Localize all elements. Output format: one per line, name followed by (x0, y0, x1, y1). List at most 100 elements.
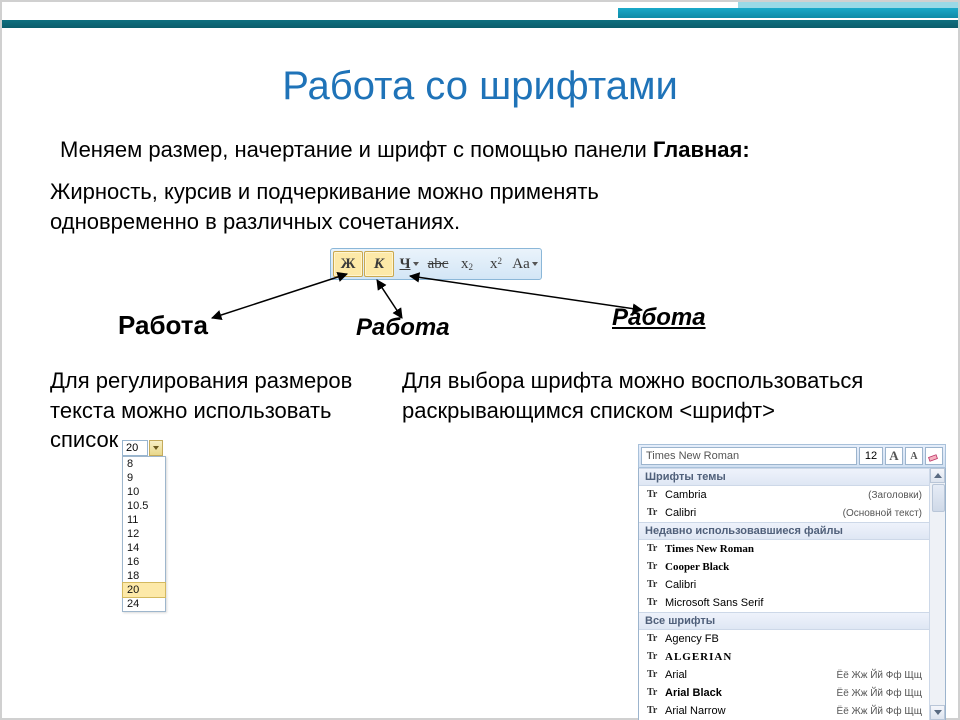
font-family-option[interactable]: Tr Agency FB (639, 630, 930, 648)
font-family-option[interactable]: Tr Calibri (Основной текст) (639, 504, 930, 522)
font-toolbar-row: Times New Roman 12 A A (638, 444, 946, 468)
truetype-icon: Tr (647, 687, 659, 699)
font-family-option[interactable]: TrArialЁё Жж Йй Фф Щщ (639, 666, 930, 684)
underline-button[interactable]: Ч (395, 252, 423, 276)
chevron-down-icon (153, 446, 159, 450)
example-bold: Работа (118, 310, 208, 341)
font-family-option[interactable]: Tr Cambria (Заголовки) (639, 486, 930, 504)
font-size-option[interactable]: 16 (123, 555, 165, 569)
bold-button[interactable]: Ж (333, 251, 363, 277)
font-family-option[interactable]: Tr Cooper Black (639, 558, 930, 576)
chevron-up-icon (934, 473, 942, 478)
font-name: Arial (665, 669, 687, 681)
font-size-option[interactable]: 9 (123, 471, 165, 485)
scrollbar[interactable] (929, 468, 945, 720)
font-name: Microsoft Sans Serif (665, 597, 763, 609)
truetype-icon: Tr (647, 507, 659, 519)
font-size-option[interactable]: 10.5 (123, 499, 165, 513)
truetype-icon: Tr (647, 597, 659, 609)
font-sample: Ёё Жж Йй Фф Щщ (837, 706, 922, 717)
change-case-button[interactable]: Aa (511, 252, 539, 276)
font-size-input[interactable]: 20 (122, 440, 148, 456)
truetype-icon: Tr (647, 651, 659, 663)
font-family-option[interactable]: Tr Arial Narrow Ёё Жж Йй Фф Щщ (639, 702, 930, 720)
font-section-header: Шрифты темы (639, 468, 930, 486)
font-size-option[interactable]: 24 (123, 597, 165, 611)
eraser-icon (928, 450, 940, 462)
font-family-option[interactable]: Tr Arial Black Ёё Жж Йй Фф Щщ (639, 684, 930, 702)
font-name: Arial Black (665, 687, 722, 699)
scroll-down-button[interactable] (930, 705, 945, 720)
font-name: Arial Narrow (665, 705, 726, 717)
scroll-thumb[interactable] (932, 484, 945, 512)
font-size-option[interactable]: 12 (123, 527, 165, 541)
clear-formatting-button[interactable] (925, 447, 943, 465)
italic-glyph: К (374, 256, 384, 273)
truetype-icon: Tr (647, 633, 659, 645)
superscript-sup: 2 (498, 256, 503, 266)
font-size-option[interactable]: 14 (123, 541, 165, 555)
subscript-button[interactable]: x2 (453, 252, 481, 276)
subscript-sub: 2 (469, 262, 474, 272)
scroll-up-button[interactable] (930, 468, 945, 483)
font-size-option[interactable]: 18 (123, 569, 165, 583)
column-right-text: Для выбора шрифта можно воспользоваться … (402, 366, 942, 425)
font-name: Times New Roman (665, 543, 754, 555)
font-family-option[interactable]: Tr Microsoft Sans Serif (639, 594, 930, 612)
slide-title: Работа со шрифтами (2, 64, 958, 109)
decorative-banner (2, 2, 958, 32)
font-size-option[interactable]: 8 (123, 457, 165, 471)
strikethrough-button[interactable]: abc (424, 252, 452, 276)
font-name: Agency FB (665, 633, 719, 645)
font-name: Calibri (665, 507, 696, 519)
italic-button[interactable]: К (364, 251, 394, 277)
font-family-input[interactable]: Times New Roman (641, 447, 857, 465)
column-left-text: Для регулирования размеров текста можно … (50, 366, 380, 455)
chevron-down-icon (413, 262, 419, 266)
font-sample: Ёё Жж Йй Фф Щщ (837, 670, 922, 681)
font-name: Cooper Black (665, 561, 729, 573)
font-family-option[interactable]: Tr ALGERIAN (639, 648, 930, 666)
example-italic: Работа (356, 314, 450, 342)
font-family-option[interactable]: Tr Calibri (639, 576, 930, 594)
font-sample: Ёё Жж Йй Фф Щщ (837, 688, 922, 699)
font-name: ALGERIAN (665, 651, 732, 663)
superscript-button[interactable]: x2 (482, 252, 510, 276)
truetype-icon: Tr (647, 705, 659, 717)
case-glyph: Aa (512, 256, 530, 273)
subtitle-bold: Главная: (653, 137, 750, 162)
chevron-down-icon (532, 262, 538, 266)
shrink-font-button[interactable]: A (905, 447, 923, 465)
underline-glyph: Ч (399, 256, 410, 273)
font-note: (Основной текст) (843, 508, 922, 519)
font-size-dropdown-button[interactable] (149, 440, 163, 456)
truetype-icon: Tr (647, 489, 659, 501)
font-size-option[interactable]: 11 (123, 513, 165, 527)
font-formatting-toolbar: Ж К Ч abc x2 x2 Aa (330, 248, 542, 280)
chevron-down-icon (934, 710, 942, 715)
paragraph-1: Жирность, курсив и подчеркивание можно п… (50, 177, 650, 236)
font-name: Calibri (665, 579, 696, 591)
strike-glyph: abc (428, 256, 449, 273)
grow-font-button[interactable]: A (885, 447, 903, 465)
font-family-widget: Times New Roman 12 A A Шрифты темы Tr Camb… (638, 444, 946, 720)
subtitle: Меняем размер, начертание и шрифт с помо… (60, 137, 750, 163)
font-family-panel: Шрифты темы Tr Cambria (Заголовки) Tr Calibri… (638, 468, 946, 720)
font-size-option[interactable]: 10 (123, 485, 165, 499)
subtitle-text: Меняем размер, начертание и шрифт с помо… (60, 137, 653, 162)
truetype-icon: Tr (647, 579, 659, 591)
font-name: Cambria (665, 489, 707, 501)
font-section-header: Недавно использовавшиеся файлы (639, 522, 930, 540)
font-size-option[interactable]: 20 (123, 583, 165, 597)
font-family-option[interactable]: Tr Times New Roman (639, 540, 930, 558)
font-size-list[interactable]: 891010.511121416182024 (122, 456, 166, 612)
font-size-widget: 20 891010.511121416182024 (122, 440, 178, 612)
truetype-icon: Tr (647, 543, 659, 555)
truetype-icon: Tr (647, 561, 659, 573)
font-note: (Заголовки) (868, 490, 922, 501)
font-section-header: Все шрифты (639, 612, 930, 630)
bold-glyph: Ж (341, 256, 356, 273)
subscript-base: x (461, 256, 469, 273)
superscript-base: x (490, 256, 498, 273)
font-size-mini-input[interactable]: 12 (859, 447, 883, 465)
